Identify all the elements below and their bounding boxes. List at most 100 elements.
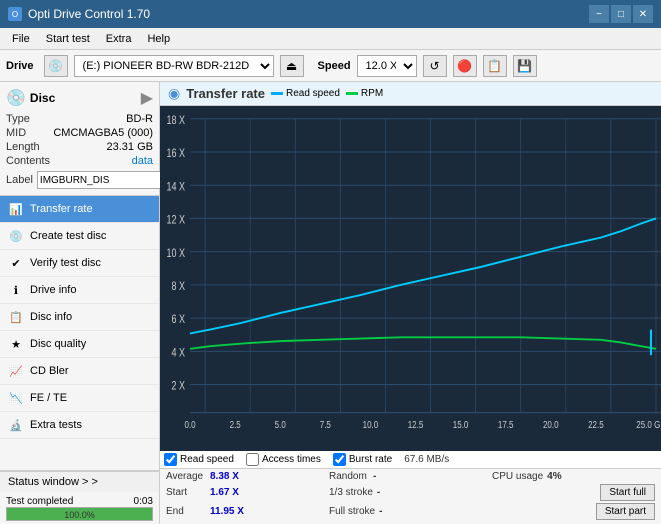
progress-section: Test completed 0:03 100.0% [0,492,159,524]
speed-select[interactable]: 12.0 X [357,55,417,77]
toolbar-btn-2[interactable]: 📋 [483,55,507,77]
svg-text:10 X: 10 X [167,248,186,260]
nav-item-transfer-rate[interactable]: 📊 Transfer rate [0,196,159,223]
stats-panel: Average 8.38 X Random - CPU usage 4% Sta… [160,469,661,524]
eject-btn[interactable]: ⏏ [280,55,304,77]
nav-item-cd-bler[interactable]: 📈 CD Bler [0,358,159,385]
average-label: Average [166,471,206,482]
disc-label-label: Label [6,174,33,186]
menu-help[interactable]: Help [139,28,178,49]
cd-bler-icon: 📈 [8,363,24,379]
drive-select[interactable]: (E:) PIONEER BD-RW BDR-212D 1.00 [74,55,274,77]
stats-row-3: End 11.95 X Full stroke - Start part [166,503,655,520]
legend-rpm: RPM [346,88,383,99]
start-full-button[interactable]: Start full [600,484,655,501]
nav-item-label: Verify test disc [30,257,101,269]
create-test-disc-icon: 💿 [8,228,24,244]
maximize-button[interactable]: □ [611,5,631,23]
disc-length-label: Length [6,141,40,153]
disc-contents-label: Contents [6,155,50,167]
svg-text:22.5: 22.5 [588,419,604,430]
legend-read-speed-color [271,92,283,95]
arrow-right-icon: ▶ [141,88,153,108]
svg-text:12.5: 12.5 [408,419,424,430]
legend-read-speed: Read speed [271,88,340,99]
burst-rate-checkbox[interactable] [333,453,346,466]
nav-item-disc-info[interactable]: 📋 Disc info [0,304,159,331]
svg-text:6 X: 6 X [172,314,186,326]
access-times-checkbox[interactable] [246,453,259,466]
random-stat: Random - [329,471,492,482]
stats-row-1: Average 8.38 X Random - CPU usage 4% [166,471,655,482]
disc-info-icon: 📋 [8,309,24,325]
svg-text:2 X: 2 X [172,381,186,393]
disc-length-row: Length 23.31 GB [6,140,153,154]
nav-item-extra-tests[interactable]: 🔬 Extra tests [0,412,159,439]
minimize-button[interactable]: − [589,5,609,23]
chart-icon: ◉ [168,85,180,102]
svg-text:4 X: 4 X [172,348,186,360]
toolbar-btn-1[interactable]: 🔴 [453,55,477,77]
nav-item-label: Create test disc [30,230,106,242]
start-value: 1.67 X [210,487,239,498]
average-value: 8.38 X [210,471,239,482]
refresh-speed-btn[interactable]: ↺ [423,55,447,77]
progress-percent: 100.0% [64,508,95,522]
start-part-button[interactable]: Start part [596,503,655,520]
verify-test-disc-icon: ✔ [8,255,24,271]
nav-item-label: Transfer rate [30,203,93,215]
disc-length-value: 23.31 GB [107,141,153,153]
menu-start-test[interactable]: Start test [38,28,98,49]
nav-item-drive-info[interactable]: ℹ Drive info [0,277,159,304]
nav-item-label: Drive info [30,284,76,296]
disc-type-label: Type [6,113,30,125]
svg-text:14 X: 14 X [167,181,186,193]
drive-label: Drive [6,60,34,72]
random-value: - [373,471,376,482]
disc-mid-value: CMCMAGBA5 (000) [53,127,153,139]
menu-file[interactable]: File [4,28,38,49]
nav-item-verify-test-disc[interactable]: ✔ Verify test disc [0,250,159,277]
access-times-checkbox-item: Access times [246,453,321,466]
stroke-1-3-stat: 1/3 stroke - [329,484,492,501]
average-stat: Average 8.38 X [166,471,329,482]
start-full-stat: Start full [492,484,655,501]
access-times-checkbox-label: Access times [262,454,321,465]
svg-text:18 X: 18 X [167,115,186,127]
drive-icon-btn[interactable]: 💿 [44,55,68,77]
nav-item-fe-te[interactable]: 📉 FE / TE [0,385,159,412]
progress-bar-container: 100.0% [6,507,153,521]
disc-label-input[interactable] [37,171,175,189]
cpu-usage-label: CPU usage [492,471,543,482]
full-stroke-label: Full stroke [329,506,375,517]
nav-item-create-test-disc[interactable]: 💿 Create test disc [0,223,159,250]
toolbar-btn-3[interactable]: 💾 [513,55,537,77]
content-panel: ◉ Transfer rate Read speed RPM [160,82,661,524]
svg-text:5.0: 5.0 [275,419,286,430]
close-button[interactable]: ✕ [633,5,653,23]
legend-rpm-color [346,92,358,95]
drive-toolbar: Drive 💿 (E:) PIONEER BD-RW BDR-212D 1.00… [0,50,661,82]
chart-header: ◉ Transfer rate Read speed RPM [160,82,661,106]
read-speed-checkbox[interactable] [164,453,177,466]
sidebar: 💿 Disc ▶ Type BD-R MID CMCMAGBA5 (000) L… [0,82,160,524]
disc-mid-label: MID [6,127,26,139]
menu-bar: File Start test Extra Help [0,28,661,50]
nav-item-disc-quality[interactable]: ★ Disc quality [0,331,159,358]
burst-rate-checkbox-item: Burst rate [333,453,392,466]
disc-panel: 💿 Disc ▶ Type BD-R MID CMCMAGBA5 (000) L… [0,82,159,196]
svg-text:0.0: 0.0 [184,419,195,430]
menu-extra[interactable]: Extra [98,28,140,49]
legend-rpm-label: RPM [361,88,383,99]
status-window-label: Status window > > [8,476,98,488]
status-window-btn[interactable]: Status window > > [0,471,159,492]
chart-title: Transfer rate [186,86,265,101]
nav-item-label: Disc quality [30,338,86,350]
stroke-1-3-label: 1/3 stroke [329,487,373,498]
svg-text:12 X: 12 X [167,215,186,227]
svg-text:7.5: 7.5 [320,419,331,430]
svg-text:15.0: 15.0 [453,419,469,430]
burst-rate-value: 67.6 MB/s [404,454,449,465]
fe-te-icon: 📉 [8,390,24,406]
disc-contents-value: data [132,155,153,167]
